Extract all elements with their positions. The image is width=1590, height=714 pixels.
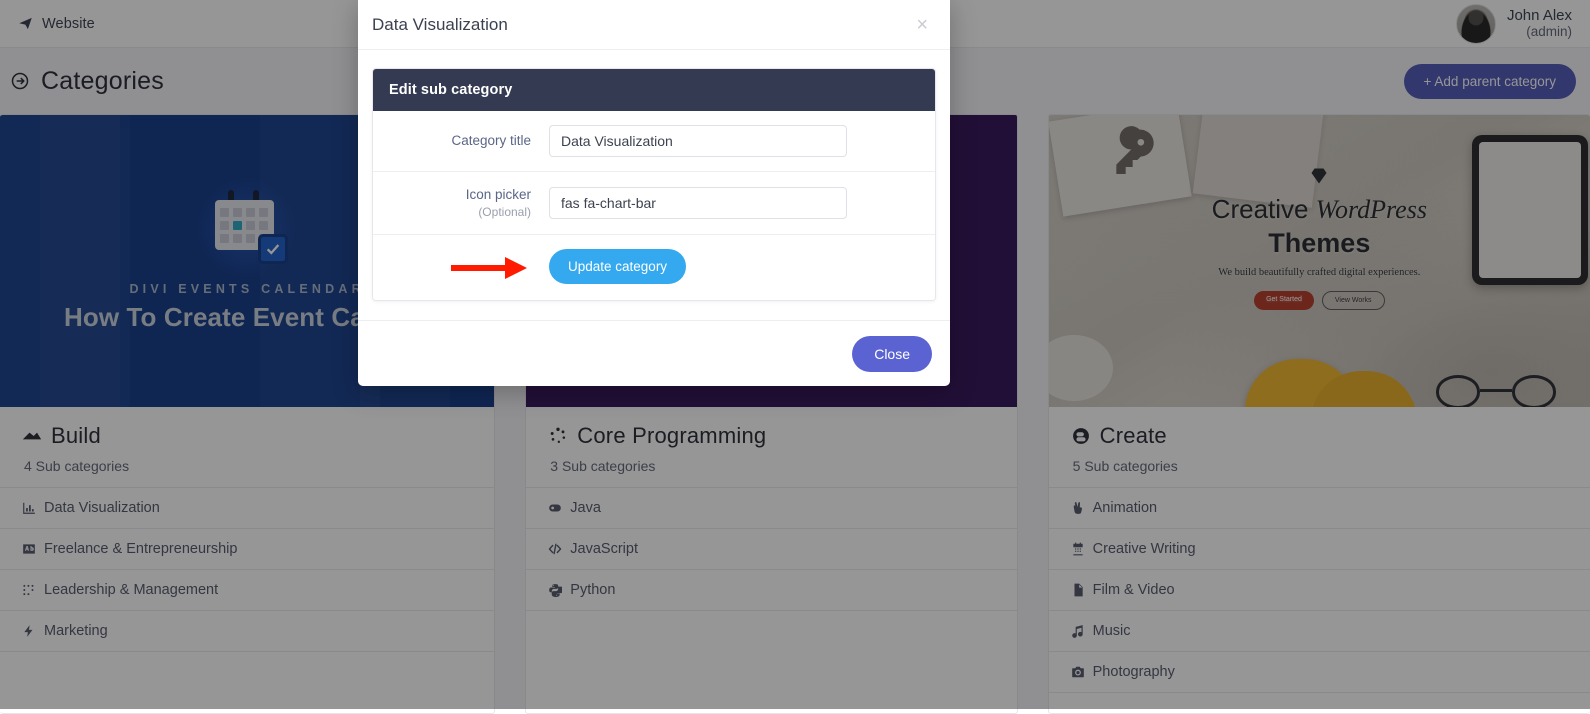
edit-sub-category-panel: Edit sub category Category title Icon pi…	[372, 68, 936, 301]
close-icon[interactable]: ×	[912, 13, 932, 37]
icon-picker-label-text: Icon picker	[466, 187, 531, 202]
form-row-actions: Update category	[373, 235, 935, 300]
update-category-button[interactable]: Update category	[549, 249, 686, 284]
panel-header: Edit sub category	[373, 69, 935, 111]
close-button[interactable]: Close	[852, 336, 932, 372]
category-title-input[interactable]	[549, 125, 847, 157]
modal-header: Data Visualization ×	[358, 0, 950, 50]
modal-body: Edit sub category Category title Icon pi…	[358, 50, 950, 320]
modal-footer: Close	[358, 320, 950, 386]
category-title-label-text: Category title	[451, 133, 531, 148]
form-row-icon-picker: Icon picker (Optional)	[373, 172, 935, 235]
modal-title: Data Visualization	[372, 15, 508, 35]
category-title-label: Category title	[373, 132, 549, 150]
icon-picker-label: Icon picker (Optional)	[373, 186, 549, 220]
form-row-category-title: Category title	[373, 111, 935, 172]
icon-picker-input[interactable]	[549, 187, 847, 219]
data-visualization-modal: Data Visualization × Edit sub category C…	[358, 0, 950, 386]
icon-picker-optional-text: (Optional)	[373, 204, 531, 220]
annotation-arrow-icon	[451, 255, 539, 281]
